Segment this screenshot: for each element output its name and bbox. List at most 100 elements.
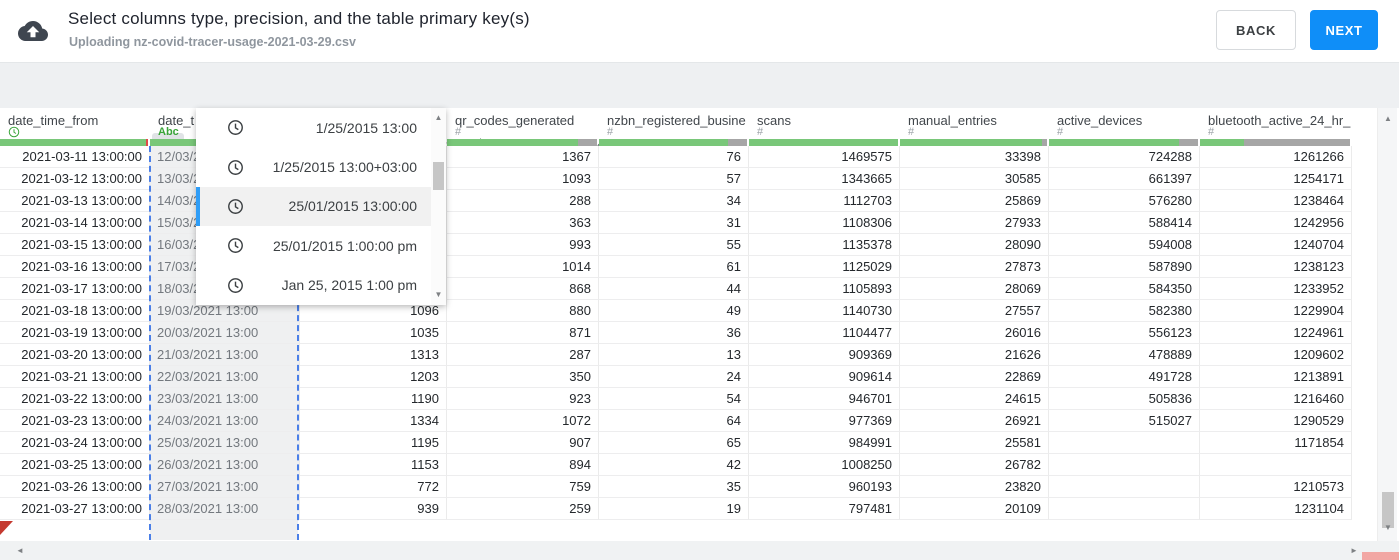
cell[interactable]: 2021-03-22 13:00:00 [0, 388, 150, 410]
cell[interactable]: 1213891 [1200, 366, 1352, 388]
cell[interactable]: 1190 [300, 388, 447, 410]
cell[interactable]: 28069 [900, 278, 1049, 300]
cell[interactable]: 871 [447, 322, 599, 344]
cell[interactable]: 2021-03-16 13:00:00 [0, 256, 150, 278]
cell[interactable]: 44 [599, 278, 749, 300]
dropdown-item[interactable]: 1/25/2015 13:00+03:00 [196, 147, 431, 186]
cell[interactable]: 505836 [1049, 388, 1200, 410]
cell[interactable]: 1242956 [1200, 212, 1352, 234]
cell[interactable]: 33398 [900, 146, 1049, 168]
cell[interactable]: 1140730 [749, 300, 900, 322]
column-header[interactable]: nzbn_registered_busine # [599, 108, 749, 139]
cell[interactable]: 31 [599, 212, 749, 234]
cell[interactable]: 1035 [300, 322, 447, 344]
cell[interactable]: 24/03/2021 13:00 [150, 410, 300, 432]
cell[interactable]: 880 [447, 300, 599, 322]
cell[interactable]: 1014 [447, 256, 599, 278]
cell[interactable]: 288 [447, 190, 599, 212]
cell[interactable]: 2021-03-20 13:00:00 [0, 344, 150, 366]
cell[interactable]: 2021-03-13 13:00:00 [0, 190, 150, 212]
cell[interactable]: 1224961 [1200, 322, 1352, 344]
scroll-down-icon[interactable]: ▼ [431, 288, 446, 302]
cell[interactable]: 594008 [1049, 234, 1200, 256]
cell[interactable]: 35 [599, 476, 749, 498]
cell[interactable]: 582380 [1049, 300, 1200, 322]
cell[interactable]: 1238464 [1200, 190, 1352, 212]
cell[interactable]: 661397 [1049, 168, 1200, 190]
cell[interactable]: 1093 [447, 168, 599, 190]
cell[interactable]: 287 [447, 344, 599, 366]
cell[interactable]: 584350 [1049, 278, 1200, 300]
cell[interactable]: 1008250 [749, 454, 900, 476]
dropdown-item[interactable]: 25/01/2015 13:00:00 [196, 186, 431, 227]
cell[interactable]: 57 [599, 168, 749, 190]
cell[interactable]: 923 [447, 388, 599, 410]
cell[interactable]: 1313 [300, 344, 447, 366]
cell[interactable]: 27933 [900, 212, 1049, 234]
cell[interactable] [1200, 454, 1352, 476]
cell[interactable]: 1104477 [749, 322, 900, 344]
cell[interactable]: 25/03/2021 13:00 [150, 432, 300, 454]
cell[interactable]: 1210573 [1200, 476, 1352, 498]
column-header[interactable]: scans # [749, 108, 900, 139]
cell[interactable]: 350 [447, 366, 599, 388]
cell[interactable]: 1112703 [749, 190, 900, 212]
cell[interactable]: 23/03/2021 13:00 [150, 388, 300, 410]
dropdown-item[interactable]: Jan 25, 2015 1:00 pm [196, 266, 431, 305]
cell[interactable]: 2021-03-17 13:00:00 [0, 278, 150, 300]
vertical-scrollbar[interactable]: ▲ ▼ [1377, 108, 1397, 541]
cell[interactable]: 25869 [900, 190, 1049, 212]
cell[interactable]: 894 [447, 454, 599, 476]
cell[interactable]: 977369 [749, 410, 900, 432]
cell[interactable]: 19 [599, 498, 749, 520]
horizontal-scrollbar-thumb[interactable] [1362, 552, 1399, 560]
cell[interactable]: 1171854 [1200, 432, 1352, 454]
cell[interactable]: 30585 [900, 168, 1049, 190]
cell[interactable]: 797481 [749, 498, 900, 520]
cell[interactable]: 22869 [900, 366, 1049, 388]
scroll-left-icon[interactable]: ◄ [16, 544, 24, 558]
cell[interactable]: 1334 [300, 410, 447, 432]
cell[interactable]: 26/03/2021 13:00 [150, 454, 300, 476]
cell[interactable]: 588414 [1049, 212, 1200, 234]
cell[interactable]: 25581 [900, 432, 1049, 454]
cell[interactable]: 2021-03-24 13:00:00 [0, 432, 150, 454]
cell[interactable]: 1229904 [1200, 300, 1352, 322]
horizontal-scrollbar[interactable]: ◄ ► [0, 541, 1399, 560]
cell[interactable]: 42 [599, 454, 749, 476]
cell[interactable]: 76 [599, 146, 749, 168]
cell[interactable]: 1233952 [1200, 278, 1352, 300]
cell[interactable]: 2021-03-18 13:00:00 [0, 300, 150, 322]
column-header[interactable]: manual_entries # [900, 108, 1049, 139]
cell[interactable]: 2021-03-15 13:00:00 [0, 234, 150, 256]
cell[interactable]: 24615 [900, 388, 1049, 410]
cell[interactable]: 587890 [1049, 256, 1200, 278]
column-header[interactable]: date_time_from [0, 108, 150, 139]
cell[interactable] [1049, 432, 1200, 454]
cell[interactable]: 2021-03-11 13:00:00 [0, 146, 150, 168]
cell[interactable]: 64 [599, 410, 749, 432]
cell[interactable]: 28090 [900, 234, 1049, 256]
cell[interactable]: 946701 [749, 388, 900, 410]
cell[interactable]: 36 [599, 322, 749, 344]
column-header[interactable]: active_devices # [1049, 108, 1200, 139]
cell[interactable]: 1290529 [1200, 410, 1352, 432]
cell[interactable]: 363 [447, 212, 599, 234]
cell[interactable]: 21626 [900, 344, 1049, 366]
cell[interactable]: 909369 [749, 344, 900, 366]
cell[interactable]: 26921 [900, 410, 1049, 432]
dropdown-item[interactable]: 1/25/2015 13:00 [196, 108, 431, 147]
cell[interactable]: 556123 [1049, 322, 1200, 344]
cell[interactable]: 960193 [749, 476, 900, 498]
cell[interactable]: 2021-03-12 13:00:00 [0, 168, 150, 190]
cell[interactable]: 23820 [900, 476, 1049, 498]
cell[interactable]: 1469575 [749, 146, 900, 168]
cell[interactable]: 61 [599, 256, 749, 278]
cell[interactable]: 54 [599, 388, 749, 410]
next-button[interactable]: NEXT [1310, 10, 1378, 50]
cell[interactable]: 27873 [900, 256, 1049, 278]
cell[interactable]: 1125029 [749, 256, 900, 278]
cell[interactable] [1049, 498, 1200, 520]
cell[interactable]: 1105893 [749, 278, 900, 300]
cell[interactable]: 1343665 [749, 168, 900, 190]
